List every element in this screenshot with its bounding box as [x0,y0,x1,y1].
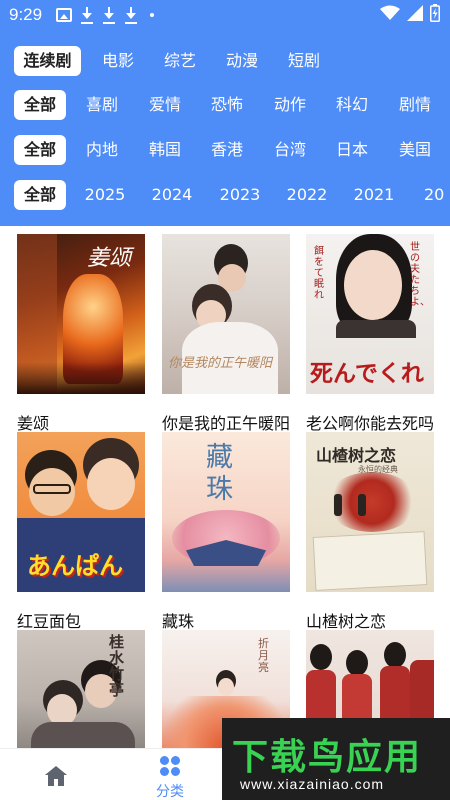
nav-category-label: 分类 [156,784,184,800]
genre-tab-row: 全部 喜剧 爱情 恐怖 动作 科幻 剧情 [0,88,450,122]
poster-image[interactable]: 山楂树之恋 永恒的经典 [306,432,434,592]
grid-icon [159,755,181,777]
poster-text: 姜颂 [87,246,132,271]
tab-region-korea[interactable]: 韩国 [143,135,187,165]
tab-genre-action[interactable]: 动作 [268,90,312,120]
dot-icon [150,13,154,17]
poster-text: 死んでくれ [310,360,424,387]
nav-tab-category[interactable]: 分类 [140,751,200,800]
tab-region-mainland[interactable]: 内地 [80,135,124,165]
tab-genre-drama[interactable]: 剧情 [393,90,437,120]
download-icon [102,6,116,24]
tab-year-partial[interactable]: 20 [424,180,450,210]
home-icon[interactable] [44,765,68,787]
tab-genre-comedy[interactable]: 喜剧 [80,90,124,120]
poster-image[interactable]: 藏珠 [162,432,290,592]
poster-image[interactable]: 桂水竹亭 [17,630,145,748]
poster-text-vertical: 世の夫たちよ、 [410,242,430,308]
poster-text-vertical: 餌をて眠れ [314,246,324,301]
tab-region-japan[interactable]: 日本 [330,135,374,165]
download-icon [80,6,94,24]
type-tab-row: 连续剧 电影 综艺 动漫 短剧 [0,44,450,78]
tab-region-hongkong[interactable]: 香港 [205,135,249,165]
tab-region-usa[interactable]: 美国 [393,135,437,165]
tab-type-anime[interactable]: 动漫 [220,46,264,76]
tab-genre-all[interactable]: 全部 [14,90,66,120]
watermark-url: www.xiazainiao.com [240,776,385,792]
card-title: 姜颂 [17,414,50,433]
card-title: 你是我的正午暖阳 [162,414,291,433]
region-tab-row: 全部 内地 韩国 香港 台湾 日本 美国 [0,133,450,167]
tab-region-all[interactable]: 全部 [14,135,66,165]
year-tab-row: 全部 2025 2024 2023 2022 2021 20 [0,178,450,212]
poster-image[interactable]: あんぱん [17,432,145,592]
header: 9:29 连续剧 电影 综艺 动漫 短剧 全部 喜剧 爱情 恐怖 动作 科幻 剧… [0,0,450,226]
poster-text: 藏珠 [206,442,233,505]
battery-charging-icon [430,4,440,26]
poster-text: 折月亮 [258,637,269,674]
poster-text: あんぱん [27,551,123,580]
tab-type-variety[interactable]: 综艺 [158,46,202,76]
image-icon [56,8,72,22]
tab-type-series[interactable]: 连续剧 [14,46,81,76]
watermark: 下载鸟应用 www.xiazainiao.com [222,718,450,800]
status-right-icons [373,4,440,26]
tab-year-2021[interactable]: 2021 [351,180,397,210]
poster-subtext: 永恒的经典 [358,465,398,474]
card-title: 山楂树之恋 [306,612,387,631]
wifi-icon [380,5,400,25]
card-title: 老公啊你能去死吗 [306,414,435,433]
poster-text: 桂水竹亭 [109,633,125,699]
tab-genre-scifi[interactable]: 科幻 [330,90,374,120]
card-title: 红豆面包 [17,612,82,631]
tab-year-all[interactable]: 全部 [14,180,66,210]
status-time: 9:29 [9,5,43,24]
status-bar: 9:29 [0,0,450,30]
poster-image[interactable]: 你是我的正午暖阳 [162,234,290,394]
card-title: 藏珠 [162,612,195,631]
tab-type-movie[interactable]: 电影 [96,46,140,76]
poster-text: 你是我的正午暖阳 [168,356,273,371]
tab-year-2023[interactable]: 2023 [217,180,263,210]
tab-year-2022[interactable]: 2022 [284,180,330,210]
tab-year-2025[interactable]: 2025 [82,180,128,210]
tab-type-short[interactable]: 短剧 [282,46,326,76]
download-icon [124,6,138,24]
watermark-logo: 下载鸟应用 [232,737,423,778]
poster-text: 山楂树之恋 [316,446,397,465]
poster-image[interactable]: 世の夫たちよ、 餌をて眠れ 死んでくれ [306,234,434,394]
tab-region-taiwan[interactable]: 台湾 [268,135,312,165]
tab-genre-horror[interactable]: 恐怖 [205,90,249,120]
poster-image[interactable]: 姜颂 [17,234,145,394]
status-left-icons [56,6,162,24]
tab-genre-romance[interactable]: 爱情 [143,90,187,120]
tab-year-2024[interactable]: 2024 [149,180,195,210]
signal-icon [407,5,423,25]
